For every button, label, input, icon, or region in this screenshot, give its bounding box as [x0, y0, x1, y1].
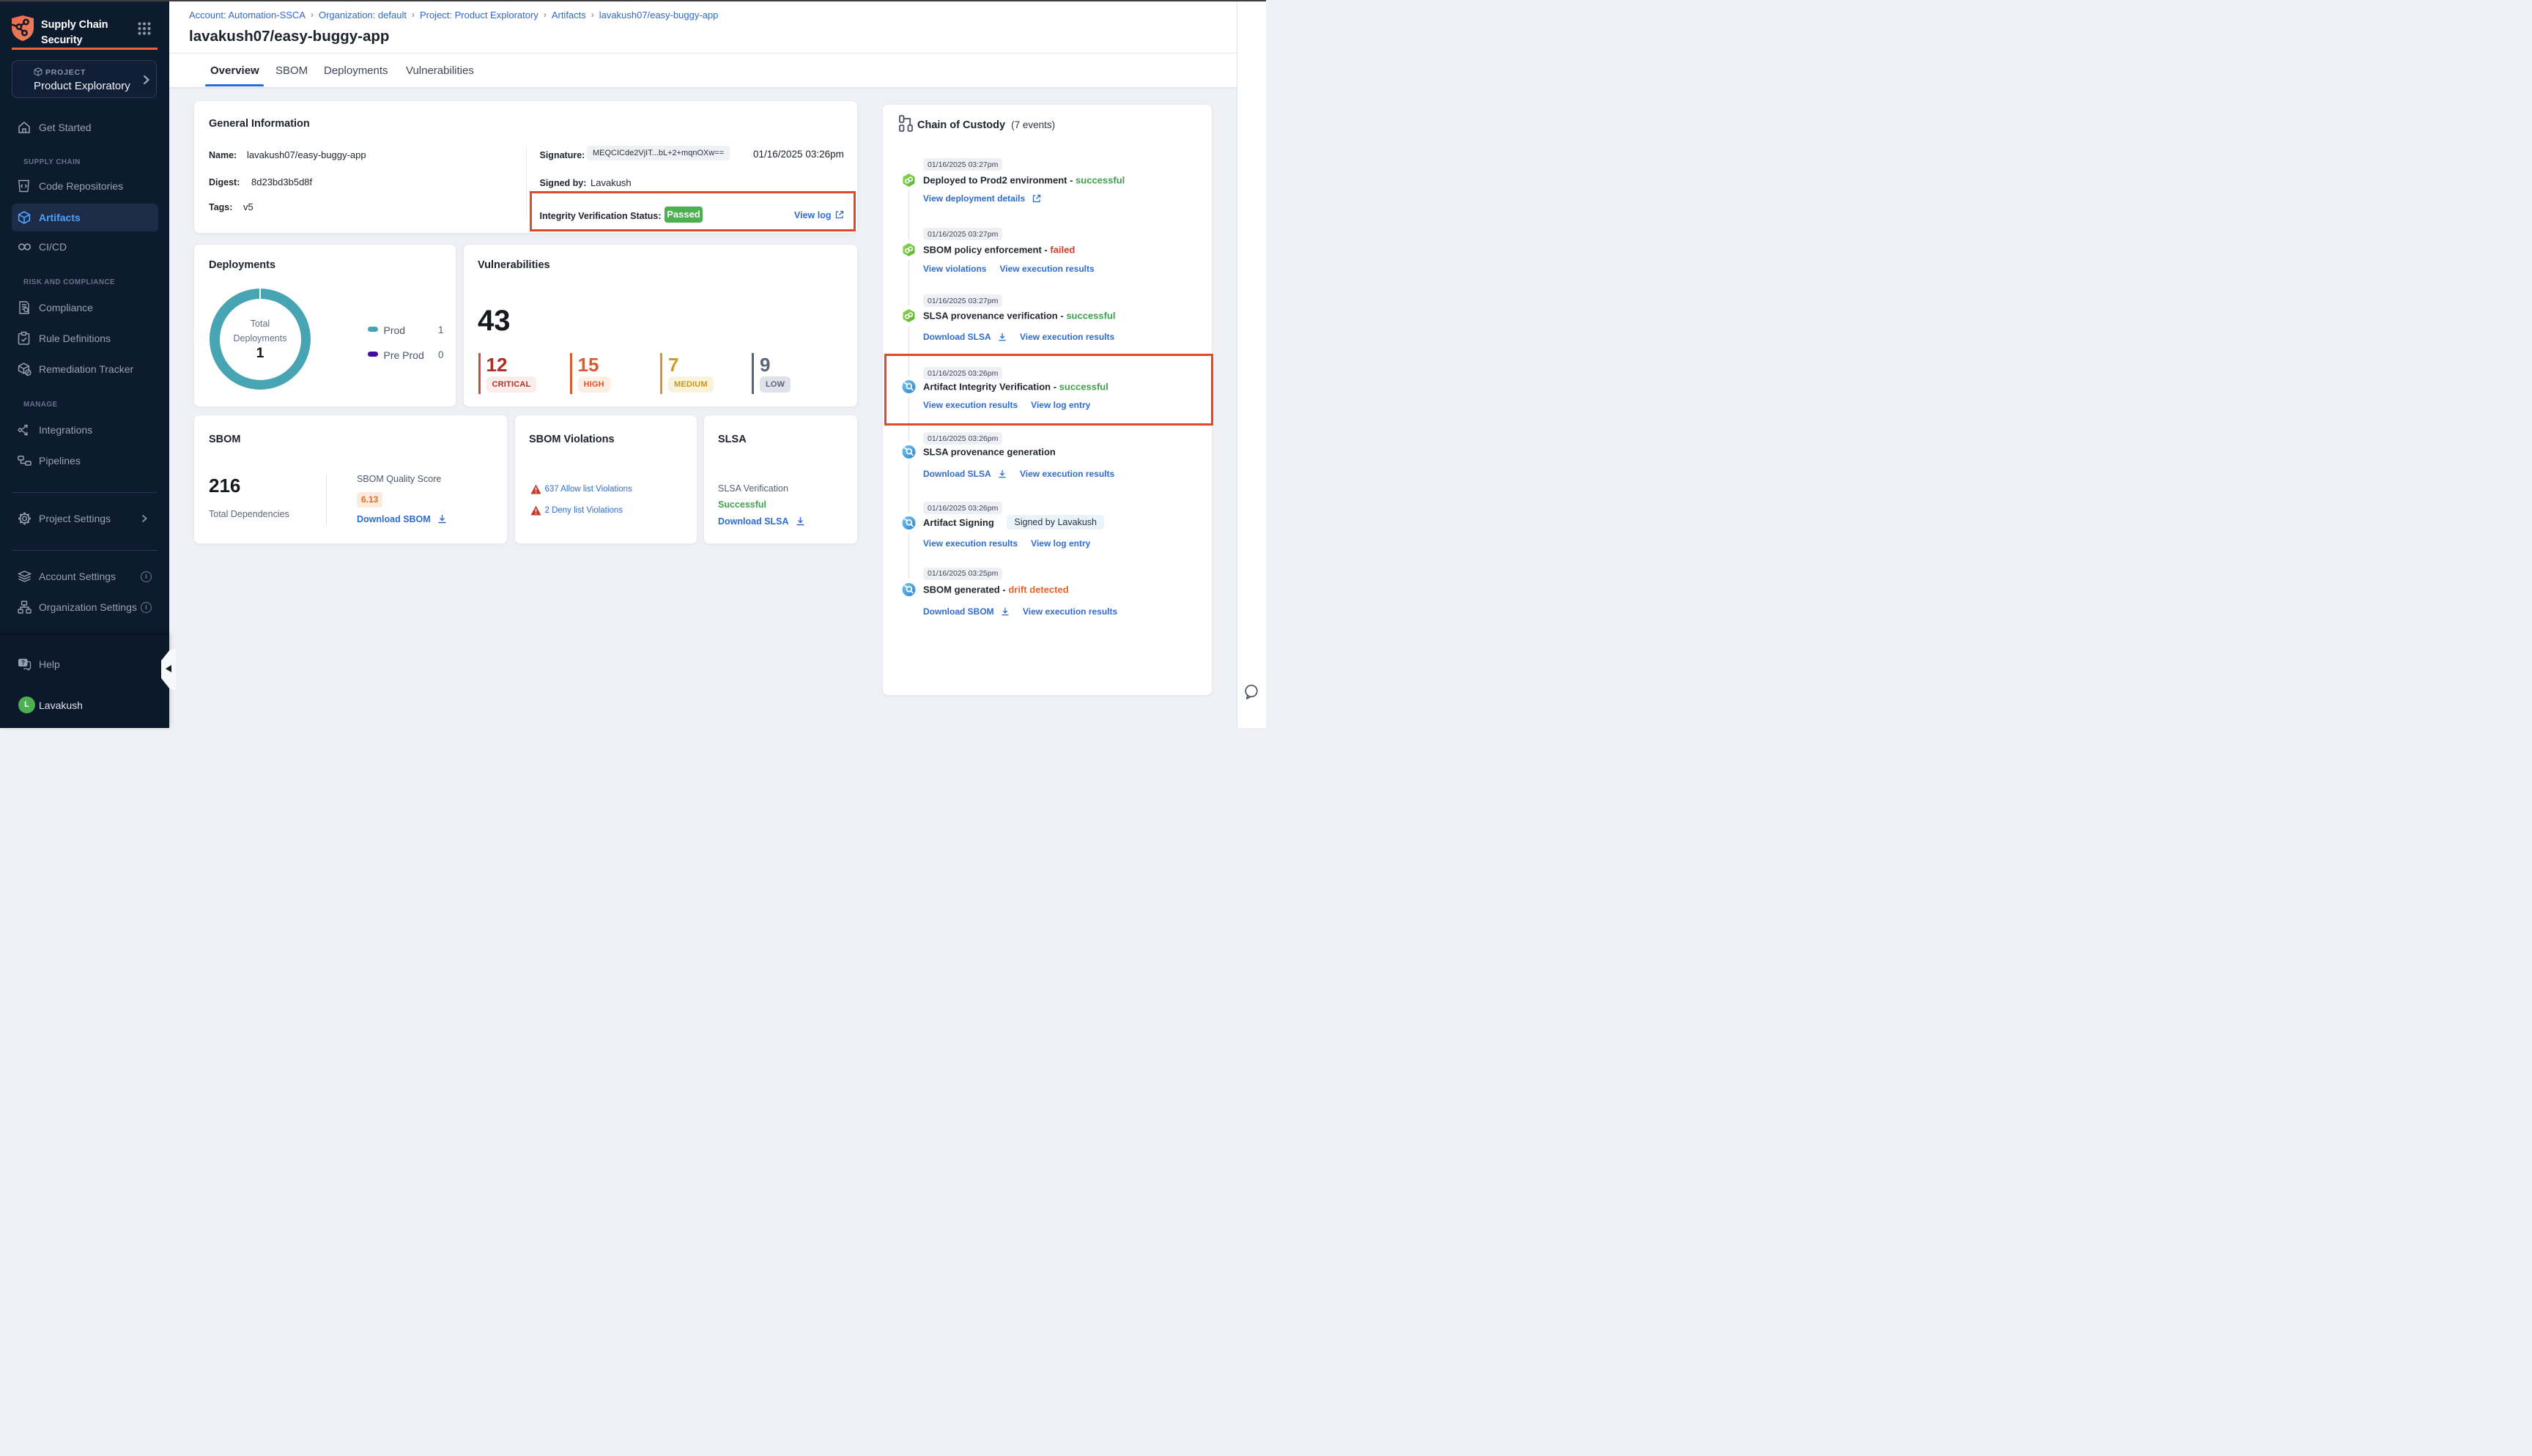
svg-text:?: ? — [21, 659, 26, 666]
